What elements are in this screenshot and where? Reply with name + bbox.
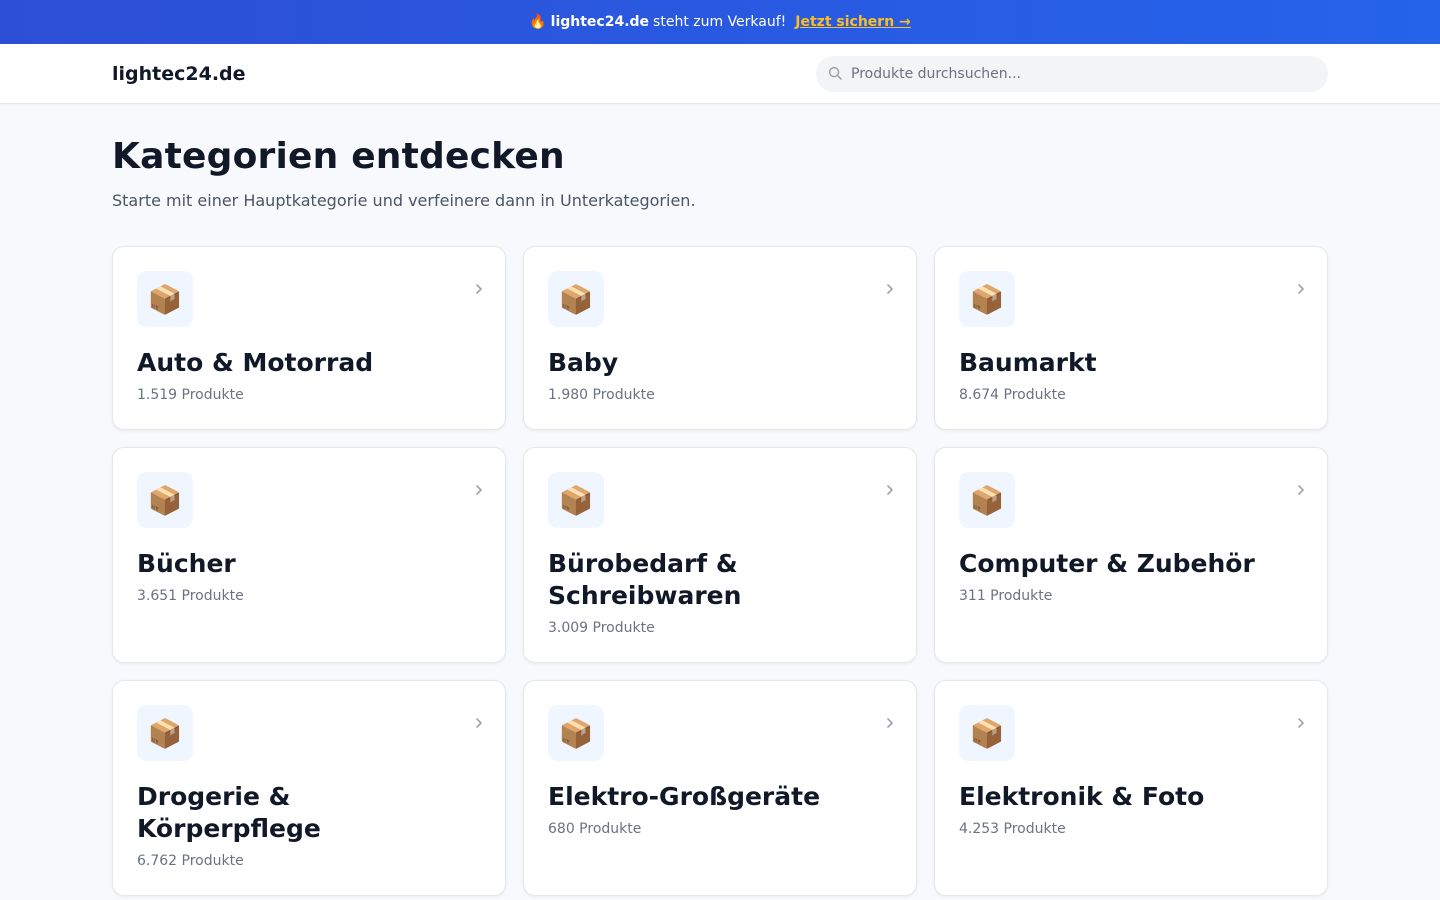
computer-icon: 📦 bbox=[959, 472, 1015, 528]
chevron-right-icon bbox=[1298, 718, 1304, 728]
site-logo[interactable]: lightec24.de bbox=[112, 63, 246, 85]
chevron-right-icon bbox=[476, 718, 482, 728]
main-content: Kategorien entdecken Starte mit einer Ha… bbox=[0, 136, 1440, 896]
chevron-right-icon bbox=[887, 485, 893, 495]
camera-icon: 📦 bbox=[959, 705, 1015, 761]
category-grid: 📦 Auto & Motorrad 1.519 Produkte 📦 Baby … bbox=[112, 246, 1328, 896]
category-count: 4.253 Produkte bbox=[959, 821, 1066, 837]
chevron-right-icon bbox=[476, 284, 482, 294]
category-count: 8.674 Produkte bbox=[959, 387, 1066, 403]
category-card-elektro-grossgeraete[interactable]: 📦 Elektro-Großgeräte 680 Produkte bbox=[523, 680, 917, 896]
category-card-baby[interactable]: 📦 Baby 1.980 Produkte bbox=[523, 246, 917, 430]
page-subtitle: Starte mit einer Hauptkategorie und verf… bbox=[112, 191, 696, 210]
chevron-right-icon bbox=[476, 485, 482, 495]
category-card-baumarkt[interactable]: 📦 Baumarkt 8.674 Produkte bbox=[934, 246, 1328, 430]
category-card-computer[interactable]: 📦 Computer & Zubehör 311 Produkte bbox=[934, 447, 1328, 663]
fire-icon: 🔥 bbox=[529, 14, 547, 30]
banner-domain: lightec24.de bbox=[550, 14, 650, 30]
category-name: Drogerie & Körperpflege bbox=[137, 782, 321, 843]
car-icon: 📦 bbox=[137, 271, 193, 327]
category-card-drogerie[interactable]: 📦 Drogerie & Körperpflege 6.762 Produkte bbox=[112, 680, 506, 896]
category-name: Baby bbox=[548, 348, 619, 377]
banner-cta-link[interactable]: Jetzt sichern → bbox=[795, 14, 910, 30]
category-card-auto-motorrad[interactable]: 📦 Auto & Motorrad 1.519 Produkte bbox=[112, 246, 506, 430]
chevron-right-icon bbox=[887, 718, 893, 728]
category-name: Baumarkt bbox=[959, 348, 1097, 377]
baby-icon: 📦 bbox=[548, 271, 604, 327]
category-count: 1.980 Produkte bbox=[548, 387, 655, 403]
chevron-right-icon bbox=[887, 284, 893, 294]
category-count: 3.651 Produkte bbox=[137, 588, 244, 604]
category-count: 1.519 Produkte bbox=[137, 387, 244, 403]
chevron-right-icon bbox=[1298, 485, 1304, 495]
search-icon bbox=[828, 66, 842, 80]
search-input[interactable] bbox=[851, 65, 1328, 82]
category-name: Bürobedarf & Schreibwaren bbox=[548, 549, 742, 610]
category-count: 311 Produkte bbox=[959, 588, 1053, 604]
page-title: Kategorien entdecken bbox=[112, 136, 565, 177]
appliance-icon: 📦 bbox=[548, 705, 604, 761]
category-card-buecher[interactable]: 📦 Bücher 3.651 Produkte bbox=[112, 447, 506, 663]
category-name: Auto & Motorrad bbox=[137, 348, 374, 377]
category-name: Elektro-Großgeräte bbox=[548, 782, 821, 811]
site-header: lightec24.de bbox=[0, 44, 1440, 104]
banner-message: steht zum Verkauf! bbox=[653, 14, 787, 30]
book-icon: 📦 bbox=[137, 472, 193, 528]
tools-icon: 📦 bbox=[959, 271, 1015, 327]
category-name: Computer & Zubehör bbox=[959, 549, 1255, 578]
chevron-right-icon bbox=[1298, 284, 1304, 294]
paperclip-icon: 📦 bbox=[548, 472, 604, 528]
sale-banner: 🔥 lightec24.de steht zum Verkauf! Jetzt … bbox=[0, 0, 1440, 44]
category-name: Bücher bbox=[137, 549, 236, 578]
category-card-buerobedarf[interactable]: 📦 Bürobedarf & Schreibwaren 3.009 Produk… bbox=[523, 447, 917, 663]
category-card-elektronik-foto[interactable]: 📦 Elektronik & Foto 4.253 Produkte bbox=[934, 680, 1328, 896]
category-count: 680 Produkte bbox=[548, 821, 642, 837]
category-count: 6.762 Produkte bbox=[137, 853, 244, 869]
category-count: 3.009 Produkte bbox=[548, 620, 655, 636]
search-bar[interactable] bbox=[816, 55, 1328, 92]
category-name: Elektronik & Foto bbox=[959, 782, 1205, 811]
lotion-icon: 📦 bbox=[137, 705, 193, 761]
